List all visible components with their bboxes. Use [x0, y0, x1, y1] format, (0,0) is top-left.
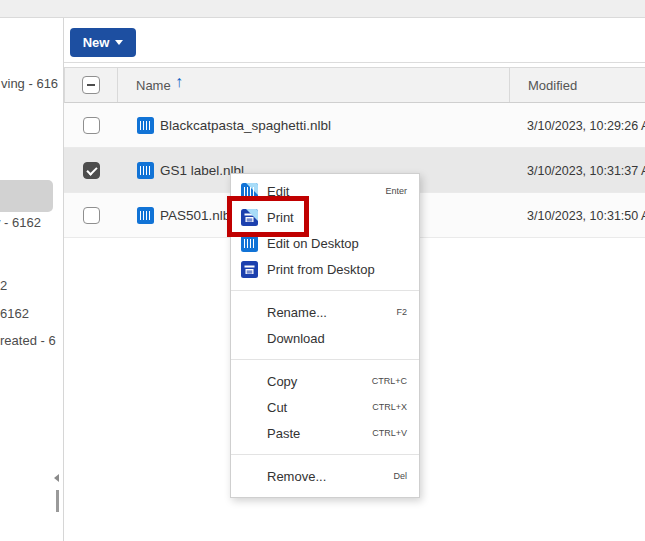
- sidebar: ving - 616 y - 6162 2 6162 reated - 6: [0, 18, 63, 541]
- menu-item-shortcut: CTRL+X: [372, 402, 407, 412]
- sidebar-item[interactable]: 6162: [0, 306, 29, 321]
- menu-item-label: Paste: [267, 426, 300, 441]
- menu-item-shortcut: Del: [393, 471, 407, 481]
- menu-item-print-from-desktop[interactable]: Print from Desktop: [231, 256, 419, 282]
- new-button-label: New: [83, 35, 110, 50]
- menu-separator: [231, 359, 419, 360]
- row-checkbox[interactable]: [83, 117, 100, 134]
- menu-item-label: Print from Desktop: [267, 262, 375, 277]
- label-file-icon: [137, 207, 154, 224]
- file-modified: 3/10/2023, 10:31:37 AM: [527, 164, 645, 178]
- cloud-fold-icon: [246, 183, 258, 195]
- annotation-rectangle: [227, 196, 309, 237]
- sidebar-item-selected[interactable]: [0, 180, 53, 212]
- file-name: PAS501.nlbl: [160, 208, 233, 223]
- menu-item-download[interactable]: Download: [231, 325, 419, 351]
- row-checkbox[interactable]: [83, 162, 100, 179]
- menu-item-label: Rename...: [267, 305, 327, 320]
- menu-item-copy[interactable]: Copy CTRL+C: [231, 368, 419, 394]
- print-desktop-icon: [241, 261, 258, 278]
- menu-item-label: Remove...: [267, 469, 326, 484]
- label-file-icon: [137, 117, 154, 134]
- scrollbar-arrow-icon[interactable]: [54, 474, 59, 482]
- column-divider: [509, 68, 510, 102]
- file-modified: 3/10/2023, 10:29:26 AM: [527, 119, 645, 133]
- menu-item-shortcut: CTRL+V: [372, 428, 407, 438]
- menu-item-shortcut: CTRL+C: [372, 376, 407, 386]
- row-checkbox[interactable]: [83, 207, 100, 224]
- file-modified: 3/10/2023, 10:31:50 AM: [527, 209, 645, 223]
- sidebar-item[interactable]: ving - 616: [1, 76, 58, 91]
- caret-down-icon: [115, 40, 123, 45]
- sidebar-item[interactable]: y - 6162: [0, 215, 41, 230]
- top-bar: [0, 0, 645, 18]
- column-header-name[interactable]: Name: [136, 78, 171, 93]
- label-file-icon: [137, 162, 154, 179]
- menu-item-label: Edit on Desktop: [267, 236, 359, 251]
- select-all-checkbox[interactable]: [82, 76, 100, 94]
- file-name: Blackcatpasta_spaghetti.nlbl: [160, 118, 331, 133]
- menu-item-label: Download: [267, 331, 325, 346]
- app-window: ving - 616 y - 6162 2 6162 reated - 6 Ne…: [0, 0, 645, 541]
- menu-separator: [231, 454, 419, 455]
- new-button[interactable]: New: [70, 28, 136, 57]
- toolbar-divider: [64, 62, 645, 63]
- menu-separator: [231, 290, 419, 291]
- table-header: Name ↑ Modified: [64, 67, 645, 103]
- menu-item-label: Cut: [267, 400, 287, 415]
- menu-item-label: Copy: [267, 374, 297, 389]
- sidebar-item[interactable]: 2: [0, 278, 7, 293]
- column-header-modified[interactable]: Modified: [528, 78, 577, 93]
- table-row[interactable]: Blackcatpasta_spaghetti.nlbl 3/10/2023, …: [64, 103, 645, 148]
- menu-item-shortcut: Enter: [385, 186, 407, 196]
- label-edit-desktop-icon: [241, 235, 258, 252]
- sort-ascending-icon[interactable]: ↑: [175, 73, 183, 91]
- menu-item-cut[interactable]: Cut CTRL+X: [231, 394, 419, 420]
- menu-item-shortcut: F2: [396, 307, 407, 317]
- menu-item-remove[interactable]: Remove... Del: [231, 463, 419, 489]
- menu-item-paste[interactable]: Paste CTRL+V: [231, 420, 419, 446]
- menu-item-rename[interactable]: Rename... F2: [231, 299, 419, 325]
- scrollbar-thumb[interactable]: [56, 490, 59, 512]
- column-divider: [117, 68, 118, 102]
- sidebar-item[interactable]: reated - 6: [0, 333, 56, 348]
